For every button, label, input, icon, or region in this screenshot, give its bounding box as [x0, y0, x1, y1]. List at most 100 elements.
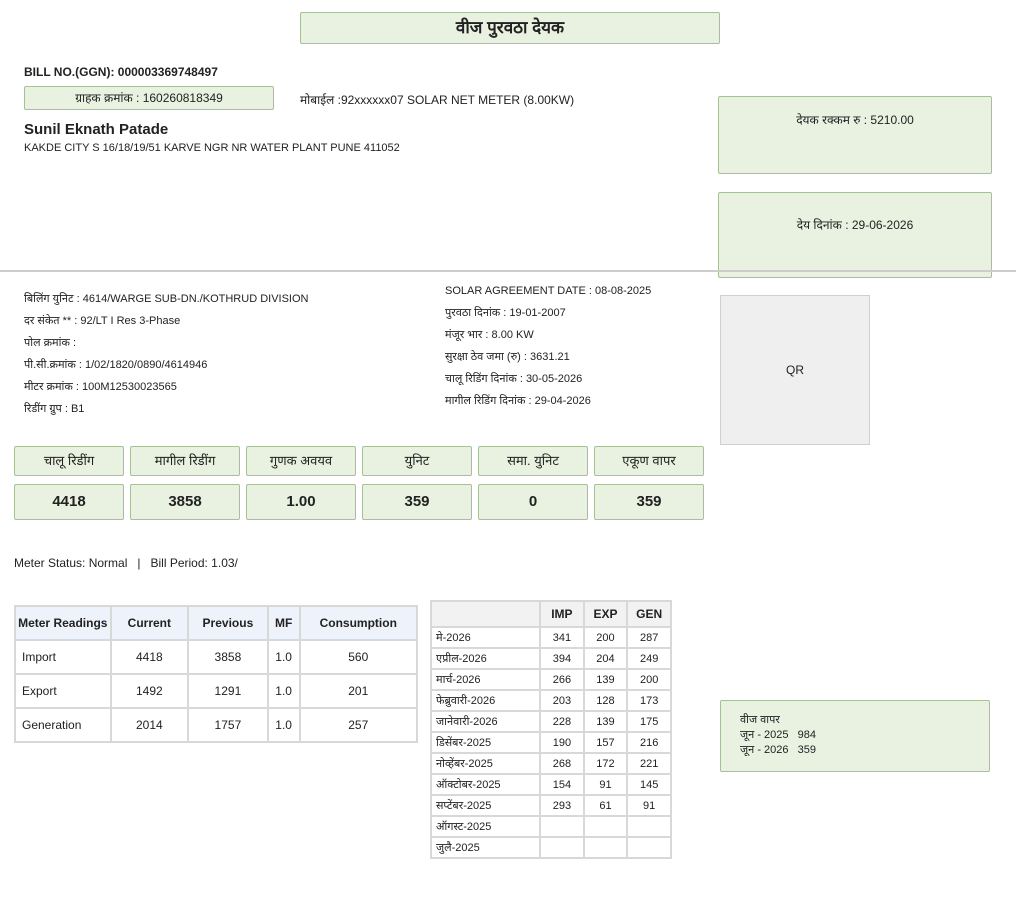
imp-cell: 268 [539, 752, 585, 775]
bill-amount-box: देयक रक्कम रु : 5210.00 [718, 96, 992, 174]
reading-value-adjusted-units: 0 [478, 484, 588, 520]
table-row: डिसेंबर-2025 190 157 216 [429, 731, 672, 754]
table-header-row: Meter Readings Current Previous MF Consu… [14, 605, 419, 641]
reading-value-current: 4418 [14, 484, 124, 520]
consumption-cell: 201 [298, 673, 419, 709]
imp-cell: 190 [539, 731, 585, 754]
gen-cell [626, 815, 672, 838]
sanctioned-load: मंजूर भार : 8.00 KW [445, 329, 534, 341]
exp-cell: 139 [582, 668, 629, 691]
table-row: जानेवारी-2026 228 139 175 [429, 710, 672, 733]
exp-cell: 139 [582, 710, 629, 733]
reading-label-total-usage: एकूण वापर [594, 446, 704, 476]
exp-cell [582, 836, 629, 859]
imp-cell: 293 [539, 794, 585, 817]
imp-cell: 228 [539, 710, 585, 733]
reading-value-multiplier: 1.00 [246, 484, 356, 520]
due-date-box: देय दिनांक : 29-06-2026 [718, 192, 992, 278]
solar-agreement-date: SOLAR AGREEMENT DATE : 08-08-2025 [445, 285, 652, 297]
gen-cell: 249 [626, 647, 672, 670]
exp-cell: 204 [582, 647, 629, 670]
col-header-previous: Previous [187, 605, 269, 641]
table-row: ऑक्टोबर-2025 154 91 145 [429, 773, 672, 796]
col-header-current: Current [109, 605, 190, 641]
gen-cell: 173 [626, 689, 672, 712]
col-header-mf: MF [266, 605, 301, 641]
exp-cell: 91 [582, 773, 629, 796]
gen-cell: 91 [626, 794, 672, 817]
gen-cell: 200 [626, 668, 672, 691]
month-cell: फेब्रुवारी-2026 [429, 689, 542, 712]
mf-cell: 1.0 [266, 673, 301, 709]
table-row: ऑगस्ट-2025 [429, 815, 672, 838]
security-deposit: सुरक्षा ठेव जमा (रु) : 3631.21 [445, 351, 570, 363]
table-row: जुलै-2025 [429, 836, 672, 859]
month-cell: जानेवारी-2026 [429, 710, 542, 733]
meter-type-cell: Generation [14, 707, 112, 743]
pole-number: पोल क्रमांक : [24, 337, 77, 349]
billing-info-right: SOLAR AGREEMENT DATE : 08-08-2025 पुरवठा… [445, 280, 651, 412]
month-cell: जुलै-2025 [429, 836, 542, 859]
meter-status-line: Meter Status: Normal | Bill Period: 1.03… [14, 556, 238, 570]
billing-unit: बिलिंग युनिट : 4614/WARGE SUB-DN./KOTHRU… [24, 293, 309, 305]
gen-cell: 221 [626, 752, 672, 775]
consumption-cell: 560 [298, 639, 419, 675]
power-usage-row: जून - 2025 984 [740, 729, 817, 741]
monthly-history-table: IMP EXP GEN मे-2026 341 200 287 एप्रील-2026 3… [429, 600, 672, 859]
meter-type-cell: Export [14, 673, 112, 709]
imp-cell: 341 [539, 626, 585, 649]
exp-cell: 172 [582, 752, 629, 775]
gen-cell: 175 [626, 710, 672, 733]
table-row: Import 4418 3858 1.0 560 [14, 639, 419, 675]
consumption-cell: 257 [298, 707, 419, 743]
current-cell: 4418 [109, 639, 190, 675]
consumer-address: KAKDE CITY S 16/18/19/51 KARVE NGR NR WA… [24, 142, 400, 154]
table-row: Generation 2014 1757 1.0 257 [14, 707, 419, 743]
table-row: सप्टेंबर-2025 293 61 91 [429, 794, 672, 817]
tariff-code: दर संकेत ** : 92/LT I Res 3-Phase [24, 315, 181, 327]
reading-label-adjusted-units: समा. युनिट [478, 446, 588, 476]
table-header-row: IMP EXP GEN [429, 600, 672, 628]
col-header-consumption: Consumption [298, 605, 419, 641]
table-row: फेब्रुवारी-2026 203 128 173 [429, 689, 672, 712]
imp-cell: 266 [539, 668, 585, 691]
reading-label-units: युनिट [362, 446, 472, 476]
qr-code-placeholder: QR [720, 295, 870, 445]
exp-cell: 157 [582, 731, 629, 754]
reading-label-previous: मागील रिडींग [130, 446, 240, 476]
meter-readings-table: Meter Readings Current Previous MF Consu… [14, 605, 419, 743]
power-usage-row: जून - 2026 359 [740, 744, 817, 756]
table-row: Export 1492 1291 1.0 201 [14, 673, 419, 709]
power-usage-title: वीज वापर [740, 714, 780, 726]
exp-cell: 61 [582, 794, 629, 817]
previous-cell: 1291 [187, 673, 269, 709]
reading-group: रिडींग ग्रुप : B1 [24, 403, 85, 415]
month-cell: ऑक्टोबर-2025 [429, 773, 542, 796]
imp-cell: 203 [539, 689, 585, 712]
bill-title: वीज पुरवठा देयक [300, 12, 720, 44]
current-cell: 1492 [109, 673, 190, 709]
pc-number: पी.सी.क्रमांक : 1/02/1820/0890/4614946 [24, 359, 208, 371]
month-cell: डिसेंबर-2025 [429, 731, 542, 754]
month-cell: मार्च-2026 [429, 668, 542, 691]
reading-label-current: चालू रिडींग [14, 446, 124, 476]
imp-cell: 154 [539, 773, 585, 796]
mf-cell: 1.0 [266, 707, 301, 743]
gen-cell: 287 [626, 626, 672, 649]
previous-cell: 1757 [187, 707, 269, 743]
table-row: नोव्हेंबर-2025 268 172 221 [429, 752, 672, 775]
col-header-month [429, 600, 542, 628]
mobile-and-meter-type: मोबाईल :92xxxxxx07 SOLAR NET METER (8.00… [300, 93, 575, 107]
table-row: एप्रील-2026 394 204 249 [429, 647, 672, 670]
mf-cell: 1.0 [266, 639, 301, 675]
month-cell: मे-2026 [429, 626, 542, 649]
reading-label-multiplier: गुणक अवयव [246, 446, 356, 476]
col-header-imp: IMP [539, 600, 585, 628]
table-row: मार्च-2026 266 139 200 [429, 668, 672, 691]
exp-cell [582, 815, 629, 838]
meter-number: मीटर क्रमांक : 100M12530023565 [24, 381, 177, 393]
imp-cell: 394 [539, 647, 585, 670]
month-cell: ऑगस्ट-2025 [429, 815, 542, 838]
consumer-name: Sunil Eknath Patade [24, 121, 169, 138]
month-cell: नोव्हेंबर-2025 [429, 752, 542, 775]
